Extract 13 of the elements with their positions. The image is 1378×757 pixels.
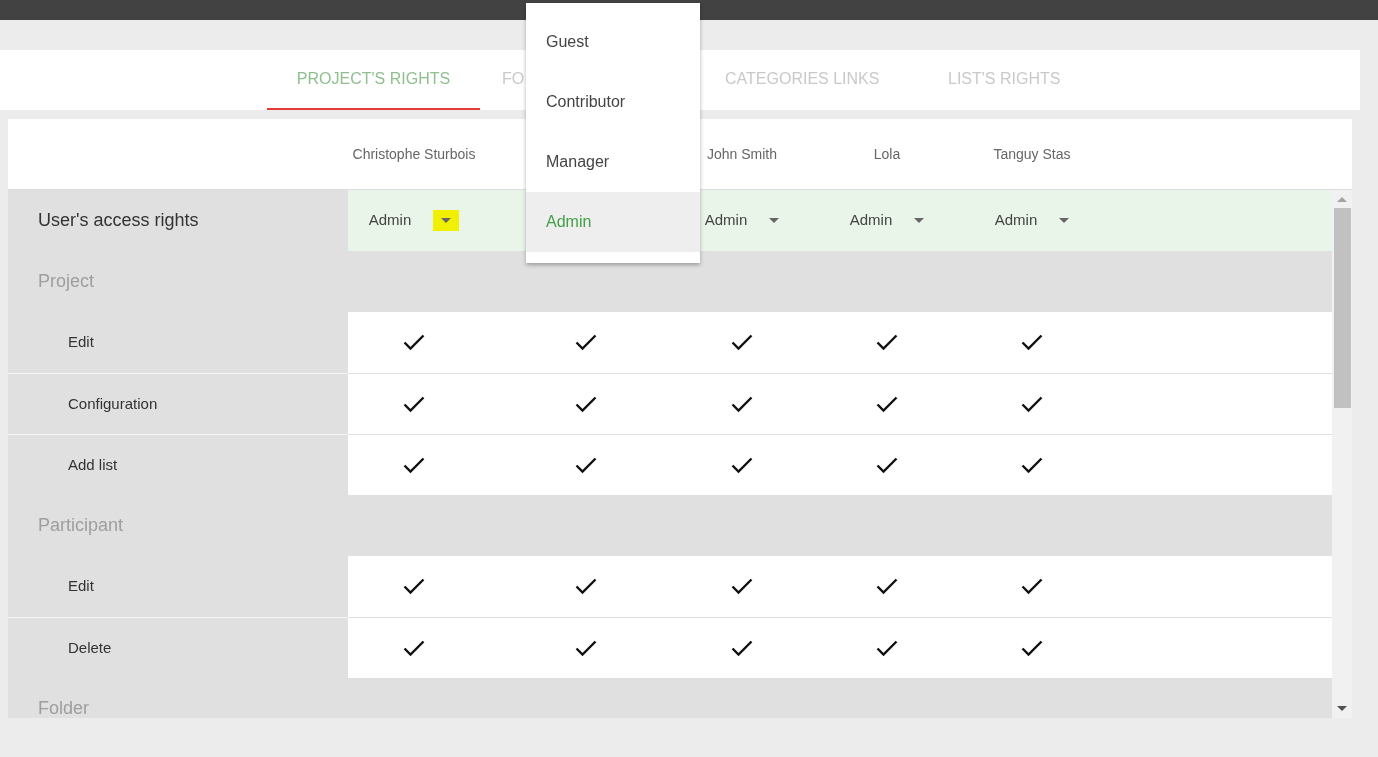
row-label: Edit [68,576,94,597]
column-header: Christophe Sturbois [352,144,476,164]
row-label: Add list [68,454,118,475]
column-header: John Smith [706,144,777,164]
column-header: Tanguy Stas [993,144,1071,164]
row-label: Edit [68,332,94,353]
section-title: Folder [38,697,90,718]
section-title: Project [38,270,95,293]
section-title: Participant [38,514,124,537]
column-header: Lola [873,144,901,164]
row-label: Delete [68,637,112,658]
row-label: User's access rights [38,209,199,232]
row-label: Configuration [68,393,158,414]
